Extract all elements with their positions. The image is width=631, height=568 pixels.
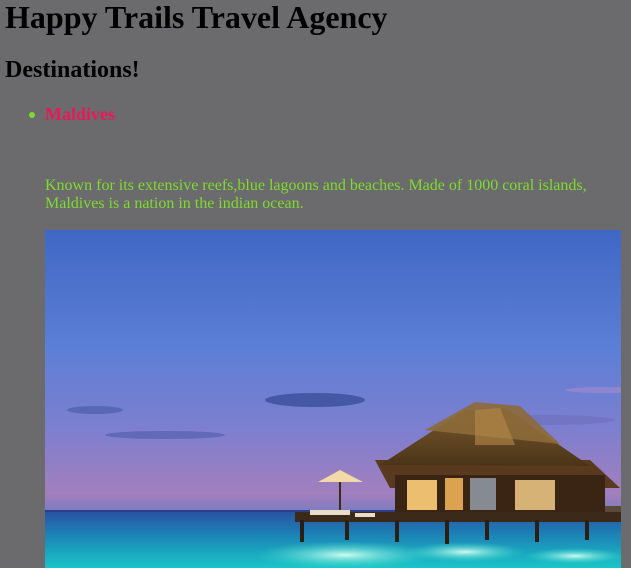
destination-item: Maldives <box>0 100 115 128</box>
destinations-heading: Destinations! <box>5 57 140 83</box>
destination-name: Maldives <box>45 104 115 124</box>
destination-description: Known for its extensive reefs,blue lagoo… <box>45 177 587 212</box>
site-title: Happy Trails Travel Agency <box>5 0 388 35</box>
destination-photo <box>45 230 621 568</box>
bullet-icon <box>29 112 35 118</box>
destinations-list: Maldives <box>0 100 115 128</box>
page: Happy Trails Travel Agency Destinations!… <box>0 0 631 568</box>
